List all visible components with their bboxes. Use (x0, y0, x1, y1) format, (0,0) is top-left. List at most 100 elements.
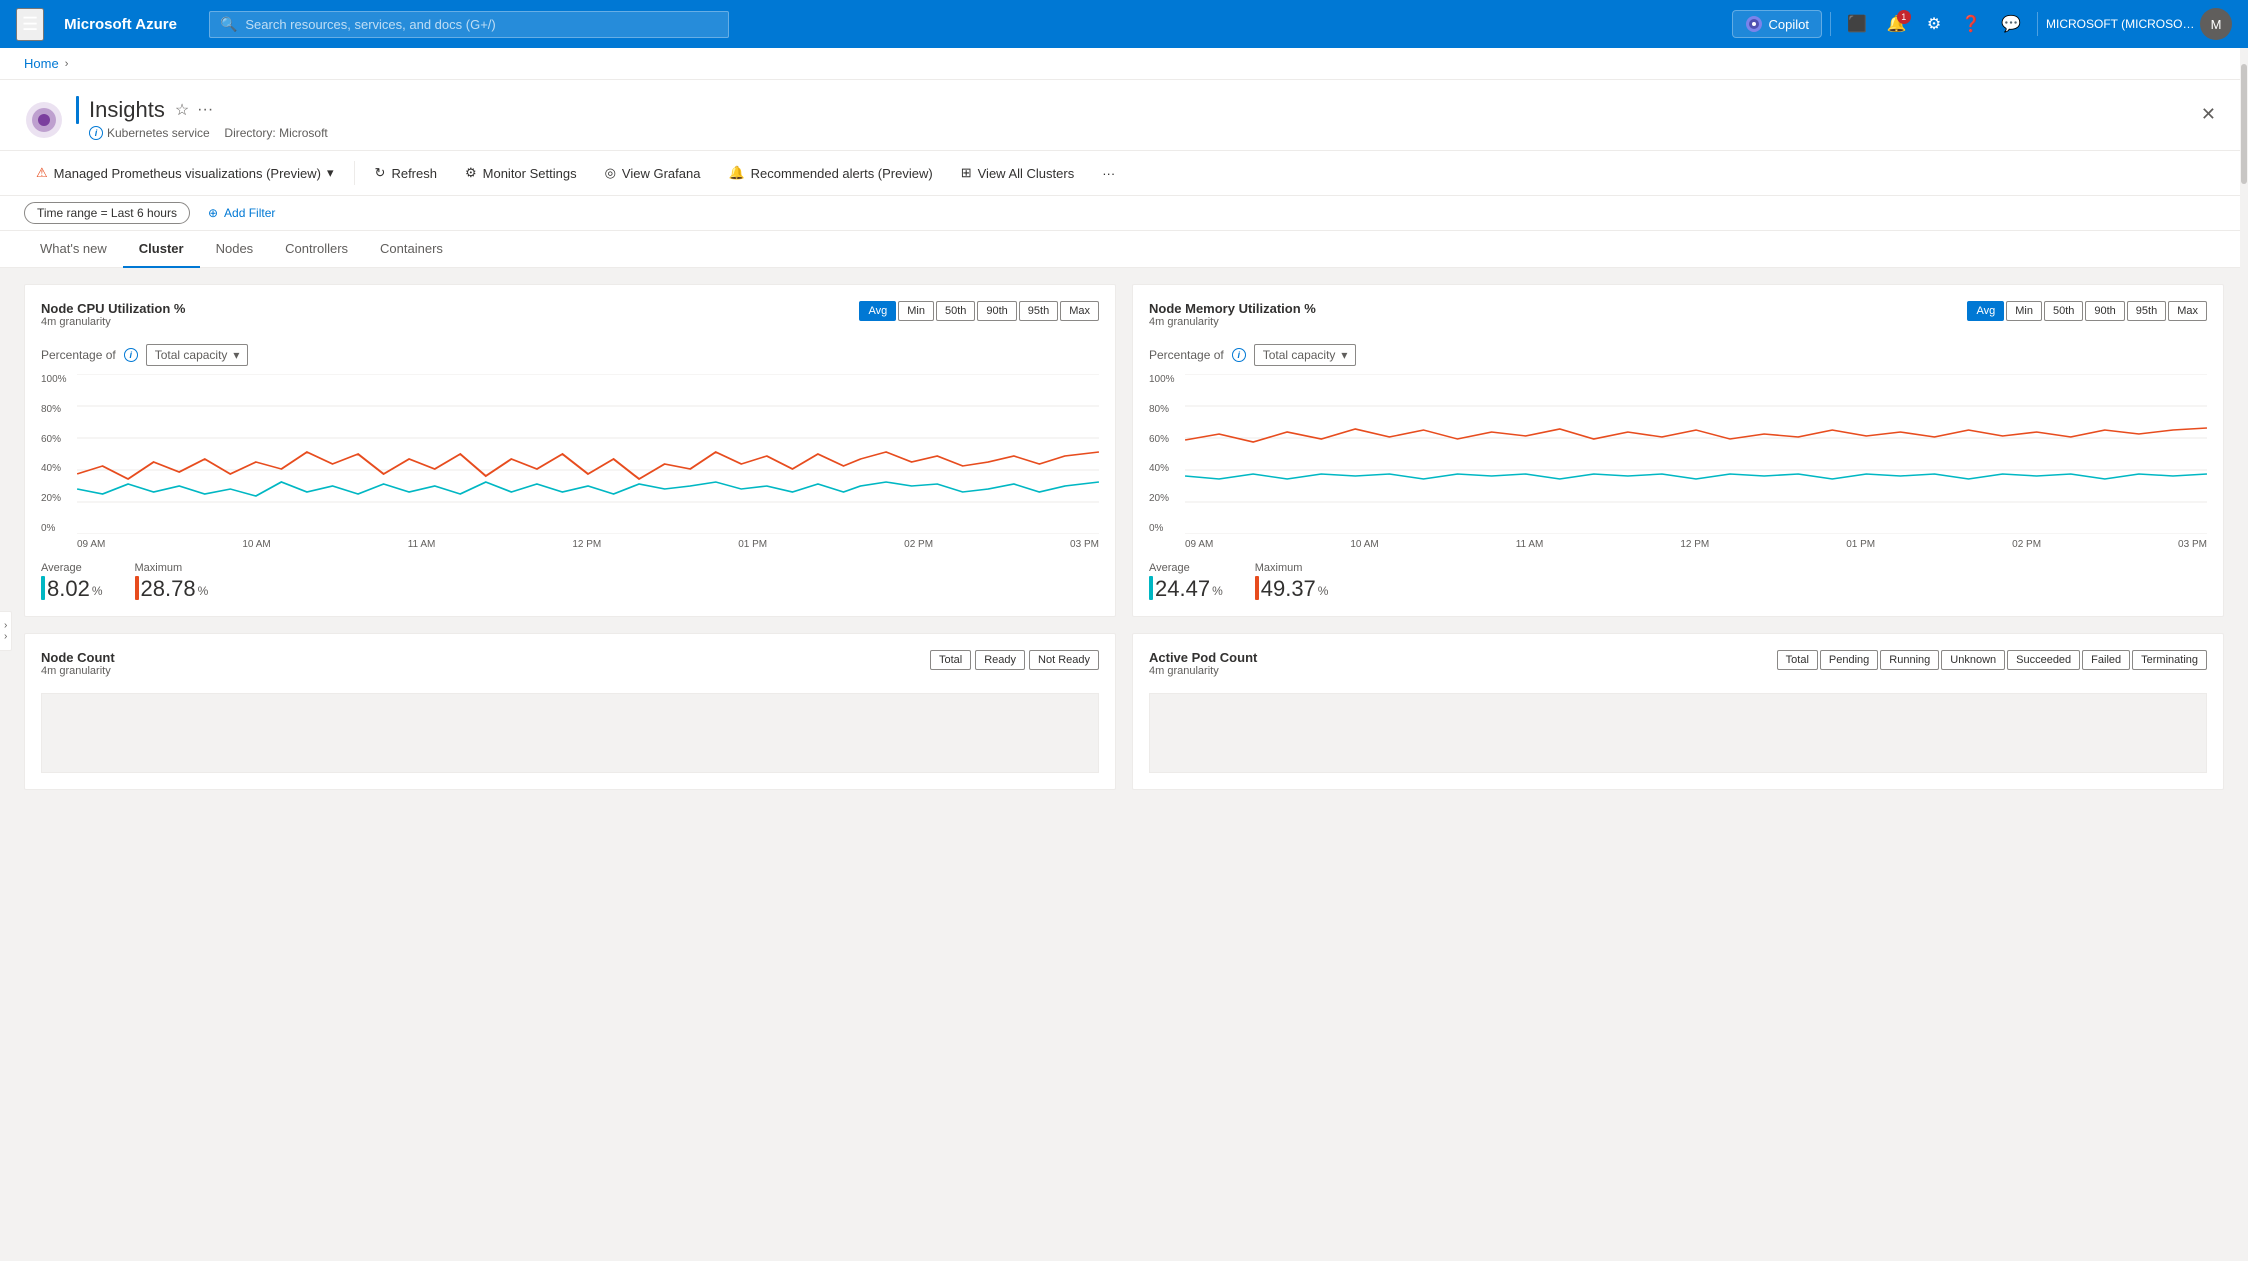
page-title-area: Insights ☆ ··· i Kubernetes service Dire… (76, 96, 2181, 150)
active-pod-header: Active Pod Count 4m granularity (1149, 650, 1257, 677)
cpu-btn-50th[interactable]: 50th (936, 301, 975, 321)
cpu-btn-95th[interactable]: 95th (1019, 301, 1058, 321)
cpu-dropdown-label: Total capacity (155, 348, 228, 362)
cpu-avg-bar-val: 8.02 % (41, 576, 103, 600)
pod-btn-running[interactable]: Running (1880, 650, 1939, 670)
node-count-title: Node Count (41, 650, 115, 665)
cpu-x-03pm: 03 PM (1070, 539, 1099, 550)
tab-cluster[interactable]: Cluster (123, 231, 200, 268)
cpu-avg-bar (41, 576, 45, 600)
pod-btn-succeeded[interactable]: Succeeded (2007, 650, 2080, 670)
cpu-max-value: 28.78 (141, 578, 196, 600)
main-content-area: Insights ☆ ··· i Kubernetes service Dire… (0, 80, 2248, 1257)
dropdown-chevron-icon: ▾ (327, 165, 334, 181)
mem-btn-50th[interactable]: 50th (2044, 301, 2083, 321)
global-search-box[interactable]: 🔍 Search resources, services, and docs (… (209, 11, 729, 38)
view-all-clusters-button[interactable]: ⊞ View All Clusters (949, 159, 1086, 187)
user-avatar[interactable]: M (2200, 8, 2232, 40)
mem-avg-value: 24.47 (1155, 578, 1210, 600)
cpu-btn-90th[interactable]: 90th (977, 301, 1016, 321)
filter-row: Time range = Last 6 hours ⊕ Add Filter (0, 196, 2248, 231)
feedback-button[interactable]: 💬 (1993, 6, 2029, 42)
cpu-utilization-chart: Node CPU Utilization % 4m granularity Av… (24, 284, 1116, 617)
recommended-alerts-button[interactable]: 🔔 Recommended alerts (Preview) (716, 159, 944, 187)
notifications-button[interactable]: 🔔 1 (1879, 6, 1915, 42)
add-filter-icon: ⊕ (208, 206, 218, 220)
more-options-button[interactable]: ··· (197, 101, 213, 119)
cpu-y-100: 100% (41, 374, 77, 385)
brand-name: Microsoft Azure (64, 16, 177, 33)
tab-nodes[interactable]: Nodes (200, 231, 270, 268)
memory-chart-buttons: Avg Min 50th 90th 95th Max (1967, 301, 2207, 321)
cpu-btn-avg[interactable]: Avg (859, 301, 896, 321)
scrollbar-track[interactable] (2240, 48, 2248, 1261)
mem-y-axis: 100% 80% 60% 40% 20% 0% (1149, 374, 1185, 534)
service-icon (24, 100, 64, 140)
memory-utilization-chart: Node Memory Utilization % 4m granularity… (1132, 284, 2224, 617)
view-grafana-button[interactable]: ◎ View Grafana (593, 159, 713, 187)
pod-btn-total[interactable]: Total (1777, 650, 1818, 670)
cloud-shell-button[interactable]: ⬛ (1839, 6, 1875, 42)
nav-right-area: Copilot ⬛ 🔔 1 ⚙ ❓ 💬 MICROSOFT (MICROSOFT… (1732, 6, 2233, 42)
cpu-btn-min[interactable]: Min (898, 301, 934, 321)
monitor-settings-button[interactable]: ⚙ Monitor Settings (453, 159, 589, 187)
mem-x-02pm: 02 PM (2012, 539, 2041, 550)
hamburger-menu-button[interactable]: ☰ (16, 8, 44, 41)
tabs-bar: What's new Cluster Nodes Controllers Con… (0, 231, 2248, 268)
tab-whats-new[interactable]: What's new (24, 231, 123, 268)
sidebar-collapse-button[interactable]: › › (0, 611, 12, 651)
mem-y-60: 60% (1149, 434, 1185, 445)
active-pod-title: Active Pod Count (1149, 650, 1257, 665)
tab-cluster-label: Cluster (139, 241, 184, 256)
search-icon: 🔍 (220, 16, 237, 33)
toolbar-more-button[interactable]: ··· (1090, 160, 1127, 187)
mem-info-icon: i (1232, 348, 1246, 362)
breadcrumb-home-link[interactable]: Home (24, 56, 59, 71)
mem-dropdown-label: Total capacity (1263, 348, 1336, 362)
chevron-right-icon: › (4, 620, 7, 631)
refresh-button[interactable]: ↻ Refresh (363, 159, 449, 187)
cpu-x-10am: 10 AM (242, 539, 270, 550)
mem-avg-label: Average (1149, 562, 1223, 574)
page-title: Insights (89, 97, 165, 123)
mem-x-10am: 10 AM (1350, 539, 1378, 550)
mem-btn-avg[interactable]: Avg (1967, 301, 2004, 321)
favorite-button[interactable]: ☆ (175, 100, 189, 120)
pod-btn-terminating[interactable]: Terminating (2132, 650, 2207, 670)
top-navigation: ☰ Microsoft Azure 🔍 Search resources, se… (0, 0, 2248, 48)
node-btn-ready[interactable]: Ready (975, 650, 1025, 670)
mem-btn-min[interactable]: Min (2006, 301, 2042, 321)
title-divider (76, 96, 79, 124)
add-filter-button[interactable]: ⊕ Add Filter (198, 202, 285, 224)
cpu-btn-max[interactable]: Max (1060, 301, 1099, 321)
pod-btn-unknown[interactable]: Unknown (1941, 650, 2005, 670)
managed-prometheus-button[interactable]: ⚠ Managed Prometheus visualizations (Pre… (24, 159, 346, 187)
node-btn-not-ready[interactable]: Not Ready (1029, 650, 1099, 670)
scrollbar-thumb[interactable] (2241, 64, 2247, 184)
close-button[interactable]: ✕ (2193, 96, 2224, 133)
tab-containers[interactable]: Containers (364, 231, 459, 268)
pod-btn-pending[interactable]: Pending (1820, 650, 1878, 670)
cpu-chart-legend: Average 8.02 % Maximum 28.78 % (41, 562, 1099, 600)
mem-x-11am: 11 AM (1516, 539, 1544, 550)
tab-controllers[interactable]: Controllers (269, 231, 364, 268)
cpu-max-bar-val: 28.78 % (135, 576, 209, 600)
cpu-avg-label: Average (41, 562, 103, 574)
mem-btn-max[interactable]: Max (2168, 301, 2207, 321)
mem-btn-95th[interactable]: 95th (2127, 301, 2166, 321)
mem-btn-90th[interactable]: 90th (2085, 301, 2124, 321)
charts-row-2: Node Count 4m granularity Total Ready No… (24, 633, 2224, 790)
mem-max-bar (1255, 576, 1259, 600)
pod-btn-failed[interactable]: Failed (2082, 650, 2130, 670)
cpu-y-axis: 100% 80% 60% 40% 20% 0% (41, 374, 77, 534)
memory-chart-subtitle: 4m granularity (1149, 316, 1316, 328)
settings-button[interactable]: ⚙ (1919, 6, 1949, 42)
cpu-avg-legend: Average 8.02 % (41, 562, 103, 600)
copilot-button[interactable]: Copilot (1732, 10, 1822, 38)
view-all-clusters-label: View All Clusters (978, 166, 1075, 181)
time-range-filter[interactable]: Time range = Last 6 hours (24, 202, 190, 224)
node-btn-total[interactable]: Total (930, 650, 971, 670)
mem-pct-dropdown[interactable]: Total capacity ▾ (1254, 344, 1357, 366)
help-button[interactable]: ❓ (1953, 6, 1989, 42)
cpu-pct-dropdown[interactable]: Total capacity ▾ (146, 344, 249, 366)
